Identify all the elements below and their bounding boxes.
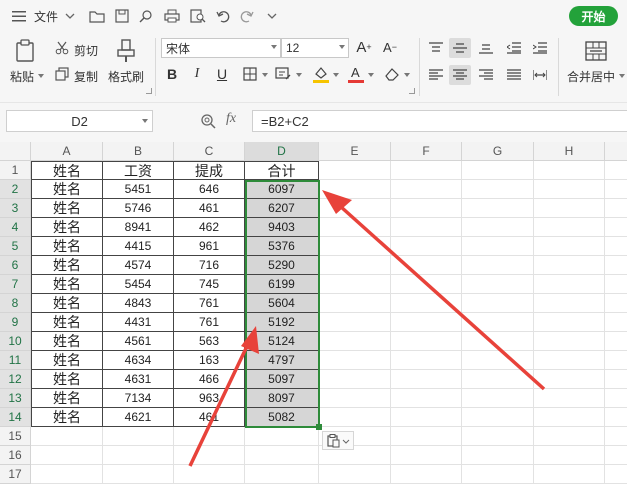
arrow-line-2 xyxy=(188,341,251,467)
annotation-arrows xyxy=(188,190,546,467)
arrow-line-1 xyxy=(338,204,546,391)
